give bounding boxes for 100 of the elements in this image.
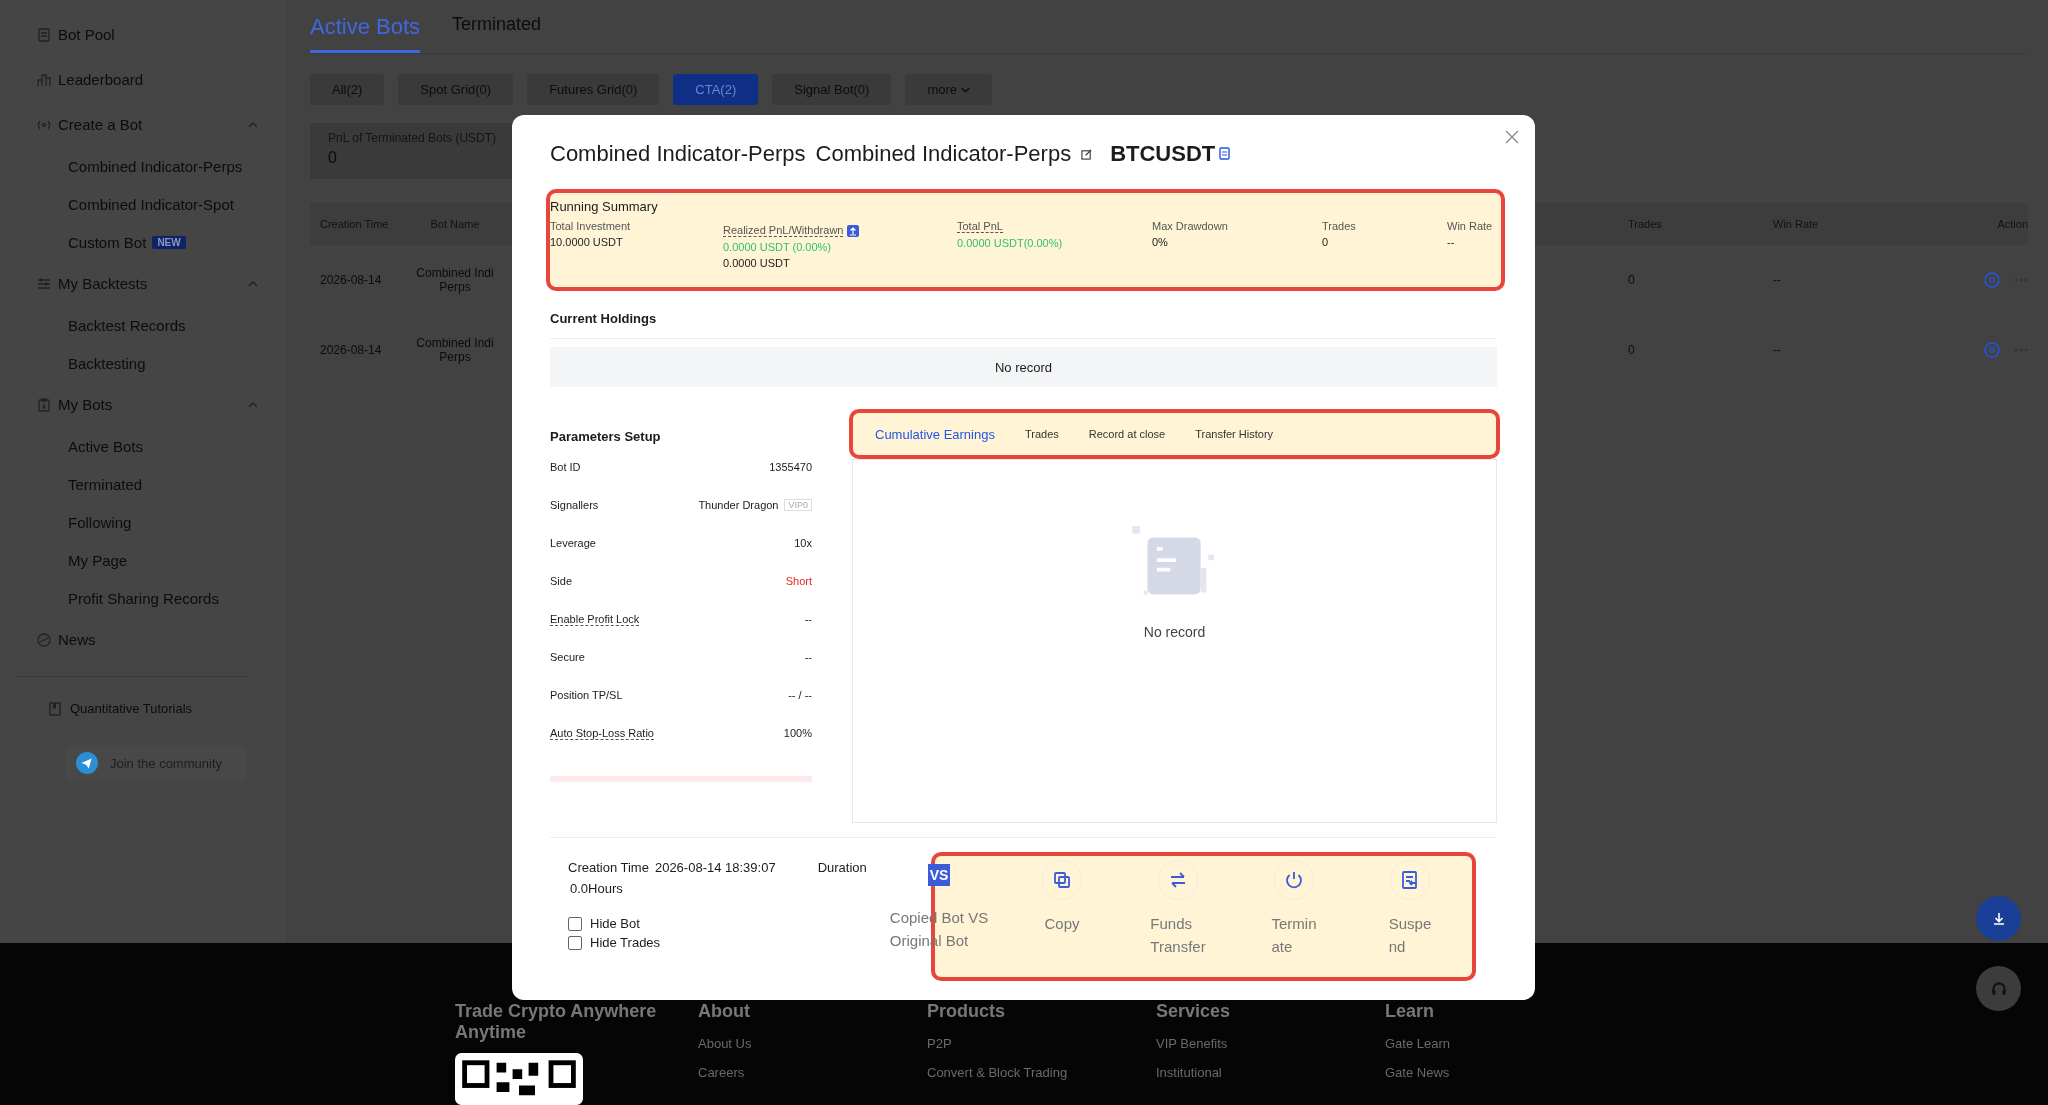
nav-subitem[interactable]: Active Bots [68, 437, 144, 455]
action-button[interactable]: Copy [1006, 860, 1118, 959]
tab[interactable]: Cumulative Earnings [875, 426, 995, 442]
parameter-label: Side [550, 575, 573, 587]
footer-link[interactable]: Gate Learn [1385, 1036, 1614, 1051]
power-icon [1284, 870, 1304, 890]
parameter-value: Thunder Dragon [698, 499, 779, 511]
nav-subitem[interactable]: Backtesting [68, 354, 146, 372]
document-icon [1400, 870, 1420, 890]
action-button[interactable]: Termin ate [1238, 860, 1350, 959]
nav-item[interactable]: Leaderboard [36, 57, 258, 102]
footer-link[interactable]: Careers [698, 1065, 927, 1080]
metric-value: 0 [1322, 236, 1330, 248]
duration-label: Duration [817, 860, 867, 875]
parameter-label: Enable Profit Lock [550, 612, 640, 626]
parameter-value: -- [804, 613, 812, 625]
parameter-label: Position TP/SL [550, 689, 623, 701]
edit-icon[interactable] [1081, 148, 1093, 160]
nav-item[interactable]: My Bots [36, 382, 258, 427]
book-icon [48, 701, 62, 716]
metric-value: 0% [1152, 236, 1169, 248]
section-title: Running Summary [550, 199, 659, 214]
empty-message: No record [994, 359, 1053, 375]
footer-link[interactable]: VIP Benefits [1156, 1036, 1385, 1051]
footer-link[interactable]: P2P [927, 1036, 1156, 1051]
metric-label: Trades [1322, 220, 1356, 232]
parameter-label: Leverage [550, 537, 596, 549]
copy-icon [1052, 870, 1072, 890]
nav-item[interactable]: My Backtests [36, 261, 258, 306]
bot-name-title: Combined Indicator-Perps [815, 141, 1072, 167]
checkbox[interactable] [568, 935, 582, 950]
section-title: Current Holdings [550, 311, 658, 326]
parameter-value: -- / -- [788, 689, 812, 701]
tab[interactable]: Record at close [1088, 428, 1166, 440]
tutorials-link[interactable]: Quantitative Tutorials [70, 701, 193, 716]
checkbox[interactable] [568, 916, 582, 931]
nav-item[interactable]: Create a Bot [36, 102, 258, 147]
caret-icon [961, 86, 970, 93]
checkbox-label: Hide Bot [590, 916, 640, 931]
parameter-label: Secure [550, 651, 585, 663]
parameter-value: 10x [794, 537, 812, 549]
nav-item[interactable]: News [36, 617, 258, 662]
metric-label: Win Rate [1447, 220, 1493, 232]
document-icon [36, 26, 52, 43]
document-icon[interactable] [1219, 147, 1232, 161]
footer-link[interactable]: Gate News [1385, 1065, 1614, 1080]
headset-icon [1989, 979, 2008, 998]
creation-time-value: 2026-08-14 18:39:07 [654, 860, 776, 875]
action-button[interactable]: Suspe nd [1354, 860, 1466, 959]
metric-label: Total Investment [550, 220, 631, 232]
nav-subitem[interactable]: Combined Indicator-Perps [68, 157, 243, 175]
nav-subitem[interactable]: Profit Sharing Records [68, 589, 219, 607]
table-cell-text: -- [1773, 273, 1782, 287]
footer-link[interactable]: About Us [698, 1036, 927, 1051]
metric-label: Max Drawdown [1152, 220, 1228, 232]
checkbox-label: Hide Trades [590, 935, 661, 950]
footer-link[interactable]: Institutional [1156, 1065, 1385, 1080]
metric-value: 0.0000 USDT [723, 257, 791, 269]
pause-icon[interactable] [1984, 272, 2000, 288]
metric-value: 0.0000 USDT (0.00%) [723, 241, 833, 253]
action-button[interactable]: Funds Transfer [1122, 860, 1234, 959]
duration-value: 0.0Hours [569, 881, 624, 896]
metric-label: Realized PnL/Withdrawn [723, 224, 844, 237]
nav-subitem[interactable]: Terminated [68, 475, 143, 493]
footer-link[interactable]: Convert & Block Trading [927, 1065, 1156, 1080]
vs-icon: VS [928, 864, 950, 886]
tab[interactable]: Trades [1024, 428, 1059, 440]
parameter-value: -- [804, 651, 812, 663]
pause-icon[interactable] [1984, 342, 2000, 358]
nav-subitem[interactable]: Custom Bot [68, 233, 147, 251]
nav-subitem[interactable]: Backtest Records [68, 316, 186, 334]
chevron-up-icon[interactable] [248, 401, 258, 408]
tab[interactable]: Active Bots [310, 8, 421, 53]
nav-subitem[interactable]: Following [68, 513, 132, 531]
chevron-up-icon[interactable] [248, 280, 258, 287]
footer-heading: Products [927, 1001, 1006, 1022]
footer-tagline: Trade Crypto Anywhere Anytime [455, 1001, 658, 1043]
nav-subitem[interactable]: Combined Indicator-Spot [68, 195, 234, 213]
chevron-up-icon[interactable] [248, 121, 258, 128]
vip-badge: VIP0 [784, 499, 812, 511]
symbol-title: BTCUSDT [1110, 141, 1216, 167]
bot-type-title: Combined Indicator-Perps [550, 141, 806, 167]
section-title: Parameters Setup [550, 429, 662, 444]
close-icon[interactable] [1505, 130, 1519, 144]
metric-value: -- [1447, 236, 1456, 248]
nav-item[interactable]: Bot Pool [36, 12, 258, 57]
transfer-icon [1168, 870, 1188, 890]
parameter-value: 1355470 [769, 461, 812, 473]
filter-chip[interactable]: CTA(2) [673, 74, 759, 105]
parameter-label: Bot ID [550, 461, 581, 473]
empty-message: No record [1143, 624, 1206, 640]
nav-subitem[interactable]: My Page [68, 551, 128, 569]
tab[interactable]: Transfer History [1195, 428, 1274, 440]
footer-heading: Services [1156, 1001, 1232, 1022]
paper-plane-icon [76, 752, 98, 774]
footer-heading: About [698, 1001, 751, 1022]
new-badge: NEW [152, 235, 186, 249]
parameter-label: Auto Stop-Loss Ratio [550, 726, 654, 740]
metric-label: Total PnL [957, 220, 1003, 233]
clipboard-icon [36, 396, 52, 413]
